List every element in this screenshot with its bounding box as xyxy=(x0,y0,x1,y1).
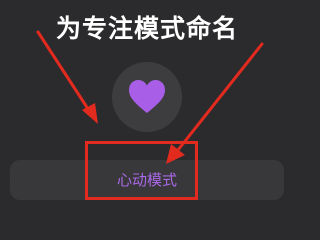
annotation-arrow-right xyxy=(166,42,264,164)
annotation-arrow-left xyxy=(36,30,98,124)
focus-mode-naming-screen: 为专注模式命名 心动模式 xyxy=(0,0,294,206)
annotation-arrows xyxy=(36,30,264,164)
